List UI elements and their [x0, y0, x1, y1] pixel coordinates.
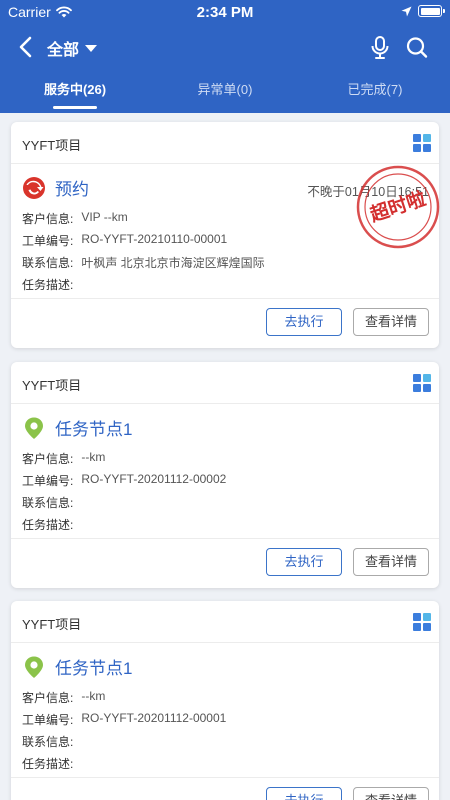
location-pin-icon: [25, 417, 43, 439]
battery-icon: [418, 5, 445, 17]
task-description-row: 任务描述:: [22, 518, 74, 532]
status-time: 2:34 PM: [196, 4, 254, 21]
grid-icon[interactable]: [413, 613, 431, 631]
contact-info-row: 联系信息:: [22, 496, 74, 510]
svg-text:超时啦: 超时啦: [366, 187, 428, 227]
execute-button[interactable]: 去执行: [266, 787, 342, 800]
contact-info-row: 联系信息: 叶枫声 北京北京市海淀区辉煌国际: [22, 256, 265, 270]
location-pin-icon: [25, 656, 43, 678]
microphone-icon[interactable]: [368, 34, 392, 62]
task-description-row: 任务描述:: [22, 757, 74, 771]
status-bar: Carrier 2:34 PM: [0, 0, 450, 24]
view-details-button[interactable]: 查看详情: [353, 787, 429, 800]
contact-info-row: 联系信息:: [22, 735, 74, 749]
filter-dropdown[interactable]: 全部: [47, 36, 98, 60]
project-name: YYFT项目: [22, 138, 82, 153]
overdue-stamp: 超时啦: [356, 165, 440, 249]
work-order-card: YYFT项目 预约 不晚于01月10日16:51 客户信息: VIP --km 工…: [11, 122, 440, 348]
task-title: 预约: [55, 180, 89, 199]
tab-in-service[interactable]: 服务中(26): [0, 79, 150, 113]
location-arrow-icon: [401, 6, 412, 16]
back-icon[interactable]: [14, 32, 40, 62]
order-number-row: 工单编号: RO-YYFT-20201112-00001: [22, 711, 227, 727]
task-description-row: 任务描述:: [22, 278, 74, 292]
appointment-icon: [23, 176, 45, 199]
app-header: Carrier 2:34 PM 全部 服务中(26) 异常单(0) 已完成(7): [0, 0, 450, 113]
project-name: YYFT项目: [22, 378, 82, 393]
view-details-button[interactable]: 查看详情: [353, 308, 429, 336]
search-icon[interactable]: [404, 34, 430, 62]
filter-label: 全部: [47, 42, 80, 59]
task-title: 任务节点1: [55, 420, 133, 439]
view-details-button[interactable]: 查看详情: [353, 548, 429, 576]
order-number-row: 工单编号: RO-YYFT-20201112-00002: [22, 472, 227, 488]
work-order-card: YYFT项目 任务节点1 客户信息: --km 工单编号: RO-YYFT-2020…: [11, 601, 439, 800]
grid-icon[interactable]: [413, 374, 431, 392]
grid-icon[interactable]: [413, 134, 431, 152]
order-number-row: 工单编号: RO-YYFT-20210110-00001: [22, 232, 228, 248]
nav-bar: 全部: [0, 28, 450, 66]
execute-button[interactable]: 去执行: [266, 548, 342, 576]
tab-bar: 服务中(26) 异常单(0) 已完成(7): [0, 79, 450, 113]
tab-completed[interactable]: 已完成(7): [300, 79, 450, 113]
caret-down-icon: [85, 44, 98, 52]
customer-info-row: 客户信息: --km: [22, 689, 106, 705]
customer-info-row: 客户信息: --km: [22, 450, 106, 466]
customer-info-row: 客户信息: VIP --km: [22, 210, 128, 226]
task-title: 任务节点1: [55, 659, 133, 678]
execute-button[interactable]: 去执行: [266, 308, 342, 336]
project-name: YYFT项目: [22, 617, 82, 632]
work-order-card: YYFT项目 任务节点1 客户信息: --km 工单编号: RO-YYFT-2020…: [11, 362, 439, 588]
tab-exceptions[interactable]: 异常单(0): [150, 79, 300, 113]
